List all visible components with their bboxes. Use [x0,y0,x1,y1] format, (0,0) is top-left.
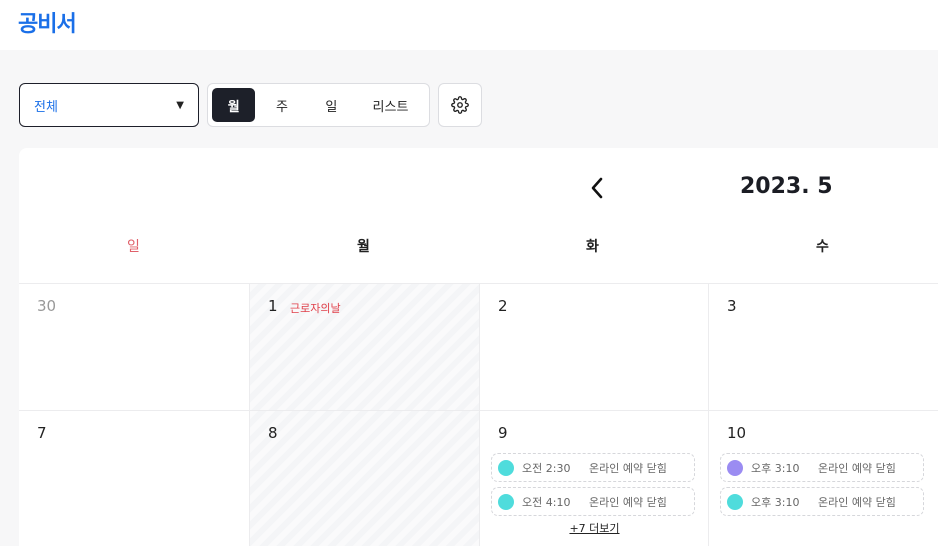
day-number: 7 [37,424,47,442]
event-color-dot [727,459,743,476]
day-cell[interactable]: 9 오전 2:30 온라인 예약 닫힘 오전 4:10 온라인 예약 닫힘 +7… [479,410,709,546]
day-number: 2 [498,297,508,315]
event-time: 오후 3:10 [751,461,800,475]
event-title: 온라인 예약 닫힘 [589,495,667,509]
day-number: 30 [37,297,57,315]
weekday-header-tue: 화 [586,239,599,255]
chevron-left-icon [591,177,603,199]
holiday-label: 근로자의날 [290,302,341,315]
event-title: 온라인 예약 닫힘 [818,495,896,509]
view-toggle: 월 주 일 리스트 [207,83,430,127]
day-number: 9 [498,424,508,442]
gear-icon [451,96,469,114]
day-cell[interactable]: 3 [708,283,938,411]
calendar: 2023. 5 일 월 화 수 30 1 근로자의날 2 3 7 8 9 오전 … [19,148,938,546]
event-time: 오전 2:30 [522,461,571,475]
month-title: 2023. 5 [740,174,833,199]
event-color-dot [498,493,514,510]
filter-select[interactable]: 전체 ▼ [19,83,199,127]
day-number: 1 [268,297,278,315]
view-list-button[interactable]: 리스트 [356,88,425,122]
weekday-header-wed: 수 [816,239,829,255]
calendar-event[interactable]: 오후 3:10 온라인 예약 닫힘 [720,453,924,482]
weekday-header-sun: 일 [127,239,140,255]
top-bar: 공비서 [0,0,938,50]
calendar-event[interactable]: 오전 4:10 온라인 예약 닫힘 [491,487,695,516]
prev-month-button[interactable] [585,176,609,200]
event-time: 오전 4:10 [522,495,571,509]
day-cell[interactable]: 8 [249,410,479,546]
caret-down-icon: ▼ [176,99,184,111]
app-logo[interactable]: 공비서 [18,6,77,38]
filter-select-value: 전체 [34,99,58,115]
settings-button[interactable] [438,83,482,127]
day-cell[interactable]: 7 [19,410,249,546]
more-events-link[interactable]: +7 더보기 [480,520,709,536]
view-month-button[interactable]: 월 [212,88,256,122]
event-time: 오후 3:10 [751,495,800,509]
day-cell[interactable]: 30 [19,283,249,411]
day-number: 8 [268,424,278,442]
day-cell[interactable]: 2 [479,283,709,411]
view-day-button[interactable]: 일 [309,88,354,122]
day-cell[interactable]: 10 오후 3:10 온라인 예약 닫힘 오후 3:10 온라인 예약 닫힘 [708,410,938,546]
day-cell[interactable]: 1 근로자의날 [249,283,479,411]
event-color-dot [727,493,743,510]
day-number: 3 [727,297,737,315]
day-number: 10 [727,424,747,442]
calendar-event[interactable]: 오전 2:30 온라인 예약 닫힘 [491,453,695,482]
calendar-event[interactable]: 오후 3:10 온라인 예약 닫힘 [720,487,924,516]
weekday-header-mon: 월 [357,239,370,255]
event-title: 온라인 예약 닫힘 [818,461,896,475]
event-color-dot [498,459,514,476]
event-title: 온라인 예약 닫힘 [589,461,667,475]
view-week-button[interactable]: 주 [257,88,306,122]
